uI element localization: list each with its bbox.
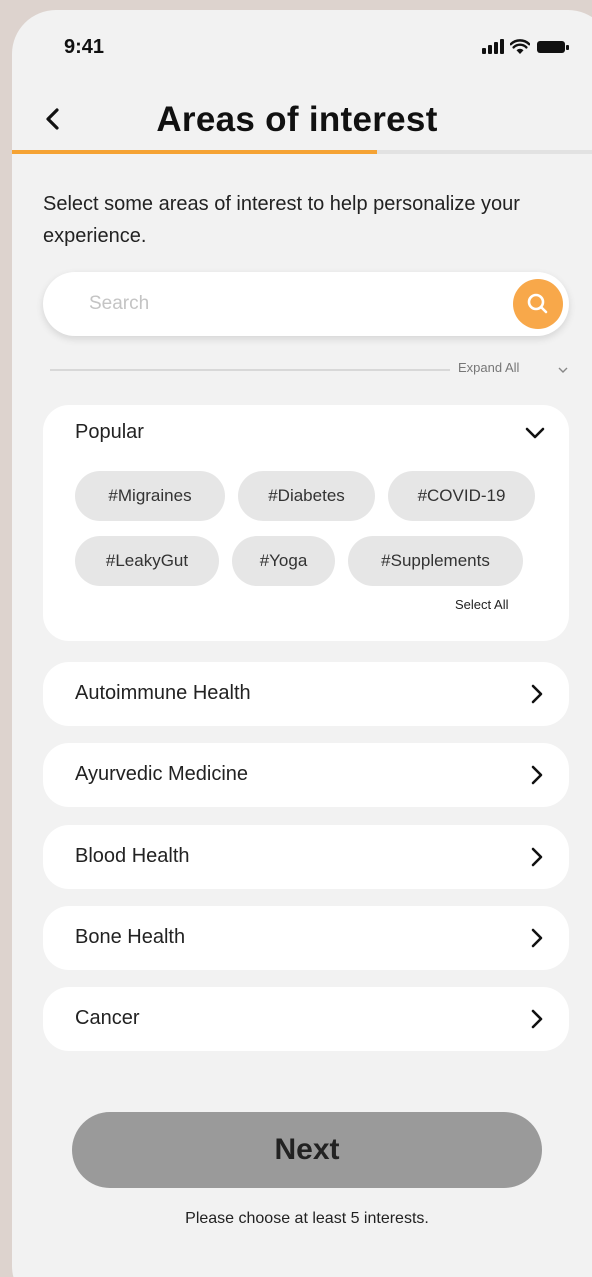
page-title: Areas of interest [156, 100, 438, 139]
search-bar [43, 272, 569, 336]
category-label: Autoimmune Health [75, 682, 251, 704]
progress-bar [12, 150, 592, 154]
wifi-icon [510, 39, 530, 54]
chevron-right-icon [531, 684, 543, 704]
category-label: Bone Health [75, 926, 186, 948]
divider [50, 369, 450, 371]
expand-all-label: Expand All [458, 360, 520, 375]
category-label: Blood Health [75, 845, 190, 867]
min-selection-hint: Please choose at least 5 interests. [185, 1210, 429, 1227]
expand-row: Expand All [50, 360, 570, 380]
status-icons [482, 38, 582, 56]
section-title-popular: Popular [75, 421, 144, 443]
interest-chip[interactable]: #Yoga [232, 536, 335, 586]
chevron-right-icon [531, 928, 543, 948]
search-input[interactable] [89, 286, 489, 322]
popular-section: Popular #Migraines #Diabetes #COVID-19 #… [43, 405, 569, 641]
chevron-right-icon [531, 1009, 543, 1029]
chevron-down-small-icon [558, 367, 568, 373]
next-button[interactable]: Next [72, 1112, 542, 1188]
interest-chip[interactable]: #LeakyGut [75, 536, 219, 586]
status-time: 9:41 [64, 36, 105, 58]
chevron-down-icon[interactable] [523, 421, 547, 445]
category-label: Ayurvedic Medicine [75, 763, 249, 785]
category-row[interactable]: Cancer [43, 987, 569, 1051]
interest-chip[interactable]: #Diabetes [238, 471, 375, 521]
intro-text: Select some areas of interest to help pe… [43, 193, 520, 247]
category-row[interactable]: Autoimmune Health [43, 662, 569, 726]
category-row[interactable]: Bone Health [43, 906, 569, 970]
interest-chip[interactable]: #Supplements [348, 536, 523, 586]
category-row[interactable]: Blood Health [43, 825, 569, 889]
category-label: Cancer [75, 1007, 140, 1029]
chevron-right-icon [531, 765, 543, 785]
select-all-button[interactable]: Select All [455, 597, 508, 612]
battery-icon [537, 41, 571, 53]
status-bar: 9:41 [12, 10, 592, 80]
search-button[interactable] [513, 279, 563, 329]
interest-chip[interactable]: #COVID-19 [388, 471, 535, 521]
signal-icon [482, 38, 506, 56]
phone-screen: 9:41 Areas of interest Select some areas… [12, 10, 592, 1277]
chevron-right-icon [531, 847, 543, 867]
progress-fill [12, 150, 378, 154]
search-icon [527, 293, 548, 314]
expand-all-button[interactable]: Expand All [458, 360, 570, 380]
interest-chip[interactable]: #Migraines [75, 471, 225, 521]
category-row[interactable]: Ayurvedic Medicine [43, 743, 569, 807]
